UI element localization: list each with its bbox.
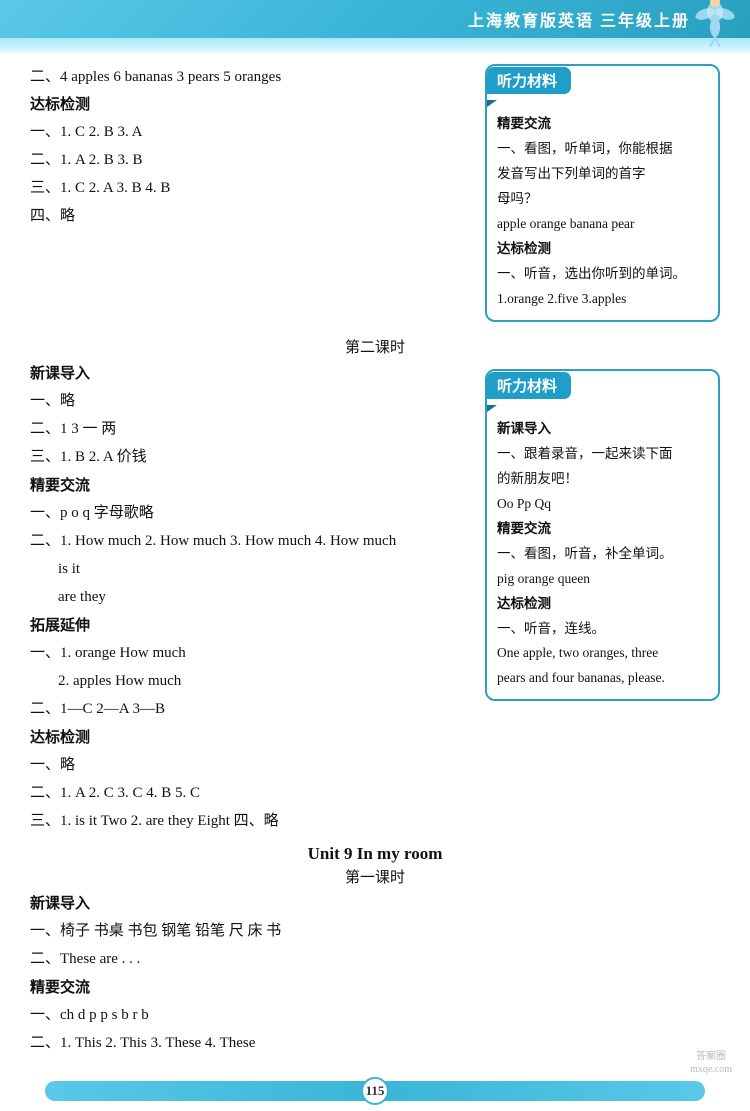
top-decoration (0, 38, 750, 56)
box1-db-text: 一、听音，选出你听到的单词。 (497, 262, 708, 287)
page-header: 上海教育版英语 三年级上册 (0, 0, 750, 38)
box2-xk-title: 新课导入 (497, 417, 708, 442)
box1-jy-text3: 母吗？ (497, 187, 708, 212)
box2-content: 新课导入 一、跟着录音，一起来读下面 的新朋友吧！ Oo Pp Qq 精要交流 … (497, 417, 708, 692)
unit-jy-l2: 二、1. This 2. This 3. These 4. These (30, 1030, 720, 1057)
unit-xk-title: 新课导入 (30, 891, 720, 918)
s3-db-l3: 三、1. is it Two 2. are they Eight 四、略 (30, 808, 720, 835)
unit-jy-l1: 一、ch d p p s b r b (30, 1002, 720, 1029)
s3-db-title: 达标检测 (30, 725, 720, 752)
unit-jy-title: 精要交流 (30, 975, 720, 1002)
s3-db-l1: 一、略 (30, 752, 720, 779)
listening-box-2: 听力材料 新课导入 一、跟着录音，一起来读下面 的新朋友吧！ Oo Pp Qq … (485, 369, 720, 702)
page-bar-line: 115 (45, 1081, 705, 1101)
top-area: 听力材料 精要交流 一、看图，听单词，你能根据 发音写出下列单词的首字 母吗？ … (30, 64, 720, 326)
box1-title: 听力材料 (487, 67, 571, 94)
unit-xk-l2: 二、These are . . . (30, 946, 720, 973)
box2-jy-title: 精要交流 (497, 517, 708, 542)
box2-xk-text2: 的新朋友吧！ (497, 467, 708, 492)
section2-area: 听力材料 新课导入 一、跟着录音，一起来读下面 的新朋友吧！ Oo Pp Qq … (30, 361, 720, 836)
box2-xk-text1: 一、跟着录音，一起来读下面 (497, 442, 708, 467)
box1-db-items: 1.orange 2.five 3.apples (497, 287, 708, 312)
box2-db-text2: One apple, two oranges, three (497, 641, 708, 666)
box2-jy-text: 一、看图，听音，补全单词。 (497, 542, 708, 567)
box2-jy-words: pig orange queen (497, 567, 708, 592)
page-number: 115 (361, 1077, 389, 1105)
fairy-icon (690, 0, 740, 47)
unit-xk-l1: 一、椅子 书桌 书包 钢笔 铅笔 尺 床 书 (30, 918, 720, 945)
box2-title: 听力材料 (487, 372, 571, 399)
box2-xk-words: Oo Pp Qq (497, 492, 708, 517)
watermark: 答案圈mxqe.com (690, 1050, 732, 1076)
box2-db-title: 达标检测 (497, 592, 708, 617)
box1-ear (487, 100, 497, 107)
unit9-section: Unit 9 In my room 第一课时 新课导入 一、椅子 书桌 书包 钢… (30, 844, 720, 1057)
main-content: 听力材料 精要交流 一、看图，听单词，你能根据 发音写出下列单词的首字 母吗？ … (0, 56, 750, 1068)
unit-title: Unit 9 In my room (30, 844, 720, 864)
box2-db-text1: 一、听音，连线。 (497, 617, 708, 642)
box1-jy-text2: 发音写出下列单词的首字 (497, 162, 708, 187)
section2-title: 第二课时 (30, 336, 720, 357)
box2-db-text3: pears and four bananas, please. (497, 666, 708, 691)
box2-ear (487, 405, 497, 412)
unit-lesson-title: 第一课时 (30, 866, 720, 887)
page-bar: 115 (0, 1081, 750, 1101)
listening-box-1: 听力材料 精要交流 一、看图，听单词，你能根据 发音写出下列单词的首字 母吗？ … (485, 64, 720, 322)
box1-content: 精要交流 一、看图，听单词，你能根据 发音写出下列单词的首字 母吗？ apple… (497, 112, 708, 312)
s3-db-l2: 二、1. A 2. C 3. C 4. B 5. C (30, 780, 720, 807)
header-title: 上海教育版英语 三年级上册 (468, 7, 690, 31)
box1-jy-words: apple orange banana pear (497, 212, 708, 237)
box1-jy-text1: 一、看图，听单词，你能根据 (497, 137, 708, 162)
box1-db-title: 达标检测 (497, 237, 708, 262)
box1-jy-title: 精要交流 (497, 112, 708, 137)
